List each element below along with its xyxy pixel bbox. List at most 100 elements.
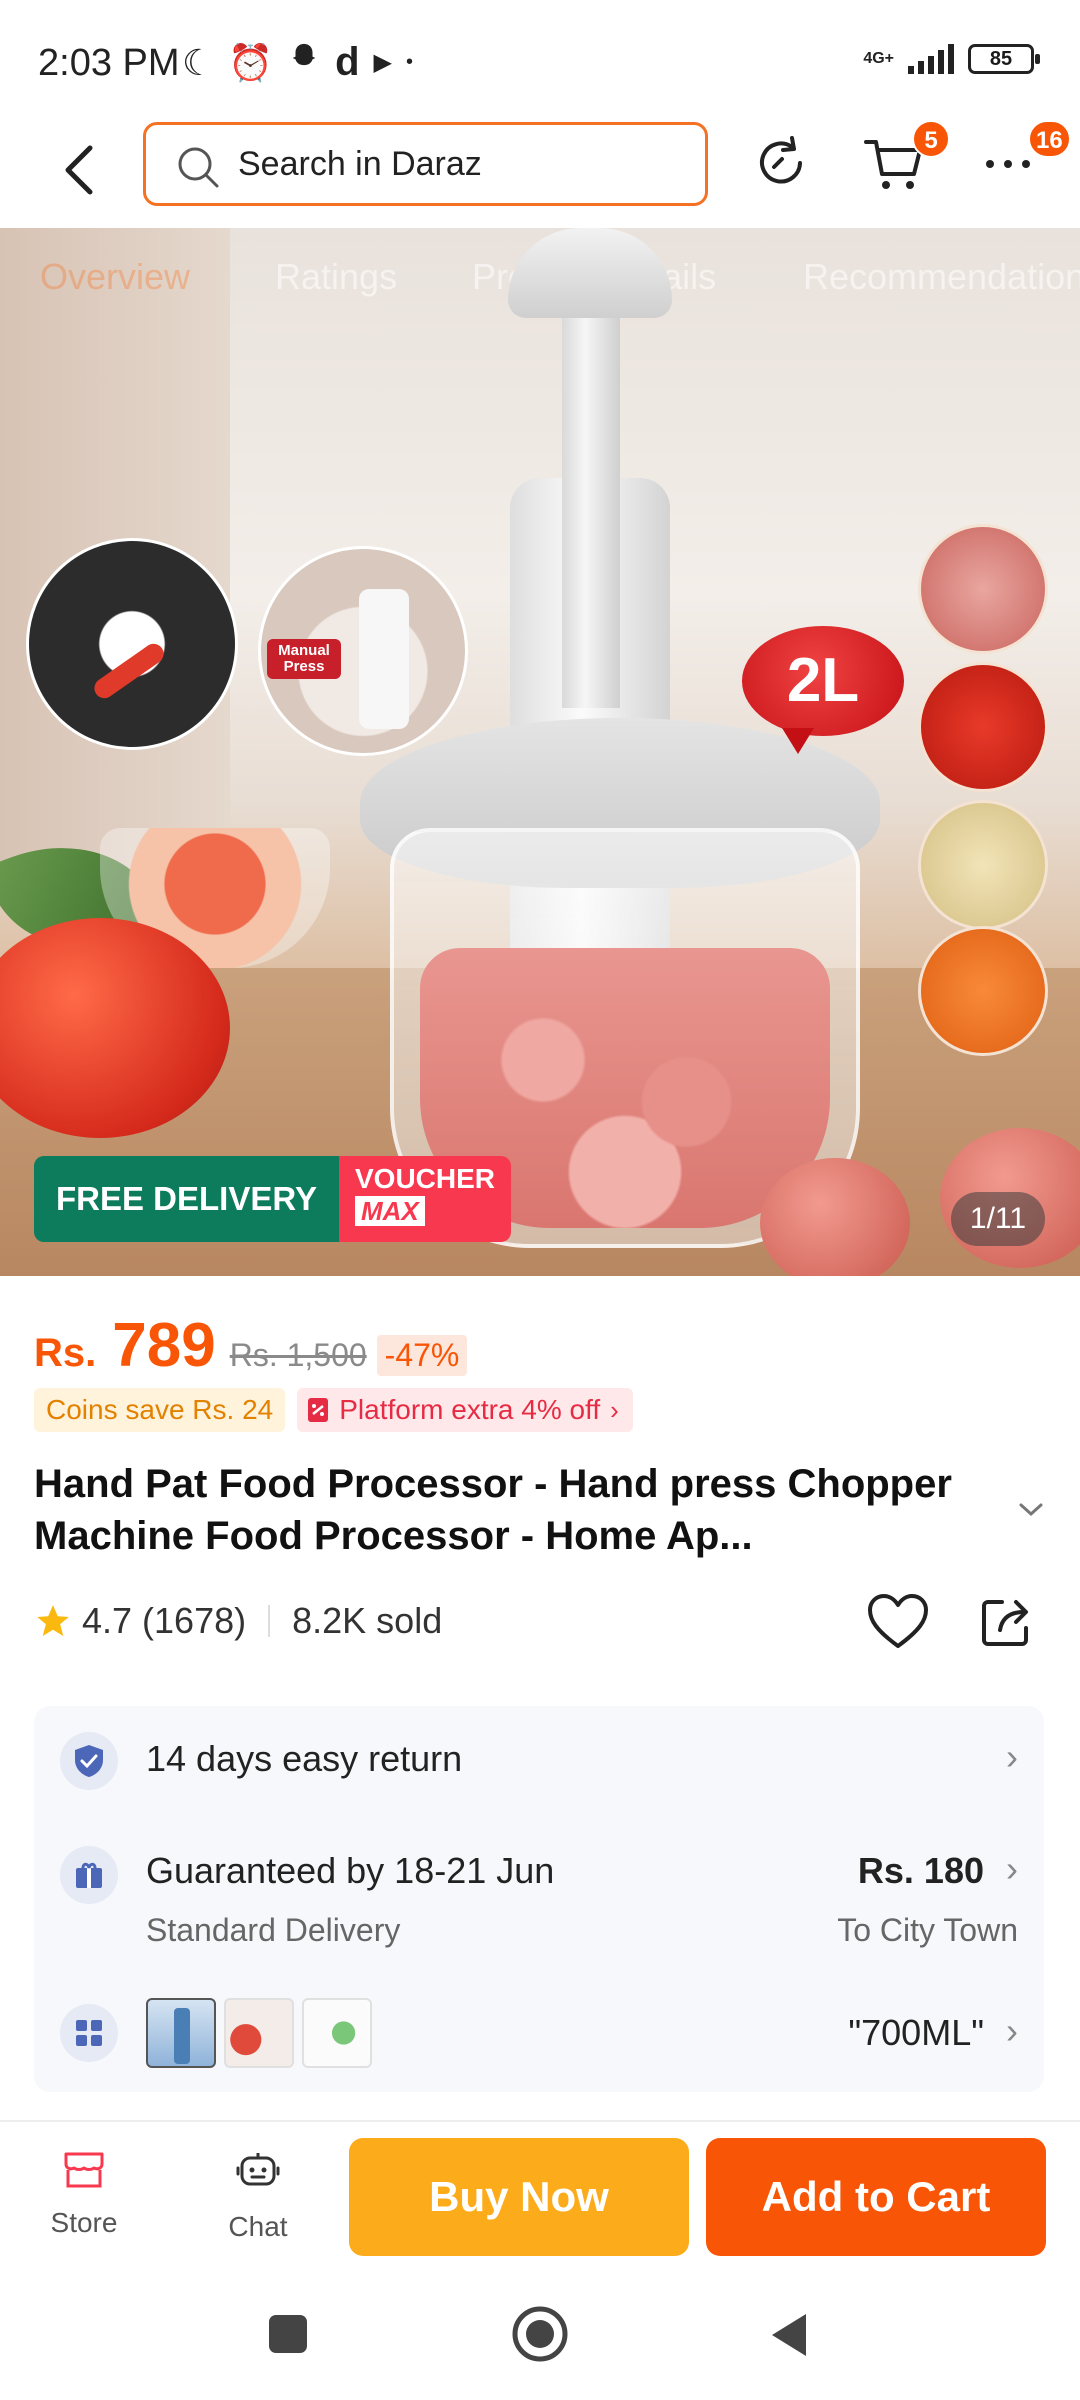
product-title: Hand Pat Food Processor - Hand press Cho… [34,1462,952,1558]
play-icon: ▶ [373,49,393,76]
inset-manual-press-image: Manual Press [258,546,468,756]
sold-count: 8.2K sold [292,1600,443,1641]
discount-badge: -47% [376,1335,468,1376]
store-button[interactable]: Store [24,2150,144,2239]
price-currency: Rs. [34,1331,97,1375]
platform-discount-badge[interactable]: Platform extra 4% off › [297,1388,633,1432]
star-icon [37,1605,69,1637]
back-triangle-icon [772,2314,806,2356]
signal-icon [908,44,954,74]
size-2l-badge: 2L [742,626,904,754]
back-arrow-icon [65,145,93,195]
chat-button[interactable]: Chat [198,2150,318,2243]
recents-button[interactable] [266,2312,310,2361]
wishlist-button[interactable] [866,1592,930,1657]
system-nav-bar [0,2270,1080,2400]
chevron-right-icon: › [1006,1848,1018,1889]
delivery-location: To City Town [837,1912,1018,1948]
free-delivery-label: FREE DELIVERY [34,1156,339,1242]
variant-row[interactable]: "700ML" › [34,1976,1044,2092]
delivery-box-icon [60,1846,118,1904]
dot-icon: • [406,51,414,73]
voucher-max-label: VOUCHER MAX [339,1156,512,1242]
status-bar: 2:03 PM ☾ ⏰ d ▶ • 4G+ 85 [0,0,1080,120]
add-to-cart-button[interactable]: Add to Cart [706,2138,1046,2256]
rating-value: 4.7 [82,1600,133,1641]
store-label: Store [50,2207,118,2238]
chat-robot-icon [236,2153,280,2186]
more-dots-icon [986,160,1030,168]
voucher-icon [308,1398,329,1422]
price-value: 789 [112,1311,216,1380]
return-policy-text: 14 days easy return [146,1738,463,1779]
status-right-icons: 4G+ 85 [863,44,1040,74]
delivery-guarantee-text: Guaranteed by 18-21 Jun [146,1850,555,1891]
tab-overview[interactable]: Overview [40,256,190,298]
network-type: 4G+ [863,50,894,67]
top-header: Search in Daraz 5 16 [0,120,1080,228]
divider [268,1605,271,1637]
delivery-row[interactable]: Guaranteed by 18-21 Jun Standard Deliver… [34,1816,1044,1976]
home-circle-icon [512,2306,568,2362]
variant-thumbnail[interactable] [224,1998,294,2068]
chevron-right-icon: › [1006,2010,1018,2051]
daraz-d-icon: d [335,40,360,84]
tab-ratings[interactable]: Ratings [275,256,397,298]
chevron-right-icon: › [610,1394,619,1425]
more-button[interactable]: 16 [984,120,1071,181]
buy-now-button[interactable]: Buy Now [349,2138,689,2256]
rating-row[interactable]: 4.7 (1678) 8.2K sold [34,1600,442,1642]
meatball [760,1158,910,1276]
service-info-card: 14 days easy return › Guaranteed by 18-2… [34,1706,1044,2092]
search-icon [178,147,219,188]
snapchat-icon [287,41,321,84]
history-icon [760,136,802,184]
search-input[interactable]: Search in Daraz [143,122,708,206]
chevron-right-icon: › [1006,1736,1018,1777]
back-button[interactable] [52,140,112,200]
cart-button[interactable]: 5 [862,120,950,199]
store-icon [64,2152,104,2188]
share-button[interactable] [978,1592,1036,1655]
product-image-carousel[interactable]: Overview Ratings Product Details Recomme… [0,228,1080,1276]
spice-circle [918,662,1048,792]
spice-circle [918,800,1048,930]
image-counter: 1/11 [951,1192,1045,1246]
status-time: 2:03 PM [38,42,180,84]
status-notification-icons: ☾ ⏰ d ▶ • [182,40,413,85]
selected-variant: "700ML" [848,2012,984,2053]
promo-row: Coins save Rs. 24 Platform extra 4% off … [34,1388,633,1432]
search-placeholder: Search in Daraz [238,145,482,183]
free-delivery-voucher-banner: FREE DELIVERY VOUCHER MAX [34,1156,512,1242]
moon-icon: ☾ [182,41,215,83]
heart-icon [868,1594,928,1648]
delivery-type-text: Standard Delivery [146,1912,401,1948]
inset-chopping-image [26,538,238,750]
voucher-max-text: MAX [355,1196,425,1226]
platform-discount-text: Platform extra 4% off [339,1394,601,1425]
expand-title-button[interactable] [1016,1500,1046,1525]
variant-grid-icon [60,2004,118,2062]
history-button[interactable] [752,134,810,197]
manual-press-label: Manual Press [267,639,341,679]
variant-thumbnail[interactable] [302,1998,372,2068]
chopper-knob [508,228,672,318]
shield-check-icon [60,1732,118,1790]
rating-count: (1678) [142,1600,247,1641]
chat-label: Chat [228,2211,288,2242]
home-button[interactable] [510,2304,570,2369]
delivery-fee: Rs. 180 [857,1850,984,1891]
variant-thumbnail[interactable] [146,1998,216,2068]
square-icon [269,2315,307,2353]
chevron-down-icon [1019,1503,1043,1517]
tab-recommendations[interactable]: Recommendations [803,256,1080,298]
battery-icon: 85 [968,44,1040,74]
price-row: Rs. 789 Rs. 1,500 -47% [34,1310,468,1381]
share-icon [982,1600,1028,1646]
return-policy-row[interactable]: 14 days easy return › [34,1706,1044,1816]
cart-badge: 5 [912,120,950,158]
voucher-text: VOUCHER [355,1163,496,1194]
alarm-icon: ⏰ [228,41,274,83]
back-nav-button[interactable] [766,2310,812,2365]
chopper-plunger [562,268,620,708]
